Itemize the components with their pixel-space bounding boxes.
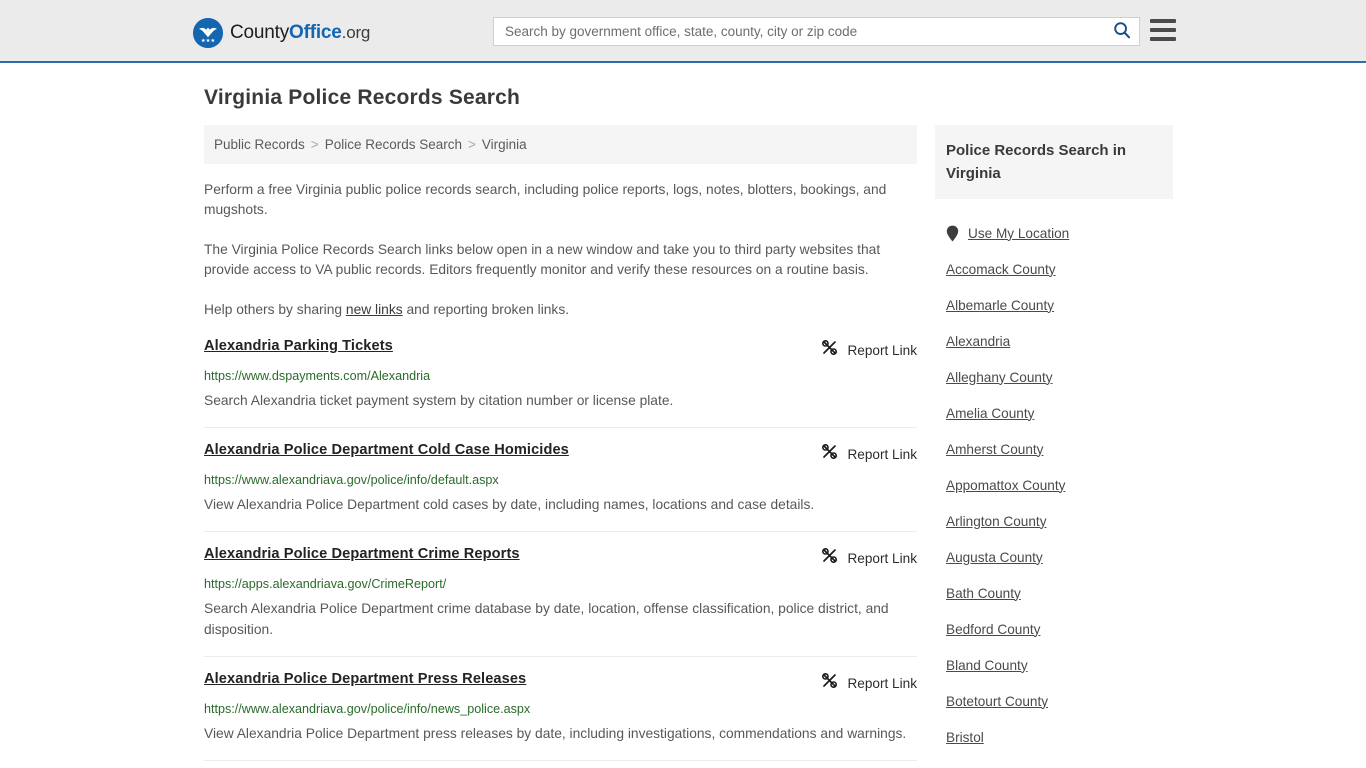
result-description: View Alexandria Police Department cold c… xyxy=(204,497,815,512)
hamburger-bar-1 xyxy=(1150,19,1176,23)
result-title-link[interactable]: Alexandria Parking Tickets xyxy=(204,338,393,354)
global-search-bar[interactable] xyxy=(493,17,1140,46)
brand-part-org: .org xyxy=(341,23,371,42)
sidebar-item-bland-county[interactable]: Bland County xyxy=(935,647,1173,683)
sidebar-item-use-my-location[interactable]: Use My Location xyxy=(935,215,1173,251)
breadcrumb-item-virginia: Virginia xyxy=(481,137,527,152)
breadcrumb-separator-1: > xyxy=(310,137,319,152)
brand-part-office: Office xyxy=(289,22,342,43)
intro-paragraph-3-suffix: and reporting broken links. xyxy=(402,302,570,317)
broken-link-icon xyxy=(821,443,838,465)
sidebar-item-label[interactable]: Appomattox County xyxy=(946,478,1065,493)
sidebar-item-label[interactable]: Botetourt County xyxy=(946,694,1048,709)
breadcrumb-item-police-records-search[interactable]: Police Records Search xyxy=(325,137,462,152)
new-links-link[interactable]: new links xyxy=(346,302,403,317)
report-link-button[interactable]: Report Link xyxy=(821,443,917,465)
broken-link-icon xyxy=(821,339,838,361)
sidebar-item-alexandria[interactable]: Alexandria xyxy=(935,323,1173,359)
breadcrumb: Public Records > Police Records Search >… xyxy=(204,125,917,164)
result-title-link[interactable]: Alexandria Police Department Crime Repor… xyxy=(204,546,520,562)
countyoffice-eagle-logo-icon xyxy=(193,18,223,48)
intro-paragraph-3: Help others by sharing new links and rep… xyxy=(204,300,917,320)
brand-wordmark: CountyOffice.org xyxy=(230,22,370,44)
result-url: https://www.alexandriava.gov/police/info… xyxy=(204,473,499,487)
sidebar-item-label[interactable]: Bath County xyxy=(946,586,1021,601)
sidebar-item-label[interactable]: Amherst County xyxy=(946,442,1043,457)
report-link-label: Report Link xyxy=(847,446,917,462)
main-content-column: Public Records > Police Records Search >… xyxy=(204,125,917,768)
sidebar-item-amelia-county[interactable]: Amelia County xyxy=(935,395,1173,431)
result-description: Search Alexandria ticket payment system … xyxy=(204,393,674,408)
result-title-link[interactable]: Alexandria Police Department Cold Case H… xyxy=(204,442,569,458)
sidebar-item-bath-county[interactable]: Bath County xyxy=(935,575,1173,611)
sidebar-item-label[interactable]: Arlington County xyxy=(946,514,1047,529)
hamburger-menu-icon[interactable] xyxy=(1150,19,1176,41)
result-title-link[interactable]: Alexandria Police Department Press Relea… xyxy=(204,671,526,687)
result-description: Search Alexandria Police Department crim… xyxy=(204,601,889,637)
sidebar-item-label[interactable]: Albemarle County xyxy=(946,298,1054,313)
sidebar-item-bedford-county[interactable]: Bedford County xyxy=(935,611,1173,647)
report-link-button[interactable]: Report Link xyxy=(821,672,917,694)
sidebar-item-label[interactable]: Bedford County xyxy=(946,622,1040,637)
sidebar-item-label[interactable]: Amelia County xyxy=(946,406,1034,421)
result-header: Alexandria Police Department Crime Repor… xyxy=(204,546,917,569)
sidebar-item-albemarle-county[interactable]: Albemarle County xyxy=(935,287,1173,323)
sidebar-item-amherst-county[interactable]: Amherst County xyxy=(935,431,1173,467)
intro-paragraph-1: Perform a free Virginia public police re… xyxy=(204,182,887,217)
search-button[interactable] xyxy=(1105,18,1139,45)
result-item: Alexandria Police Department Crime Repor… xyxy=(204,546,917,657)
sidebar-heading: Police Records Search in Virginia xyxy=(935,125,1173,199)
result-item: Alexandria Police Department Press Relea… xyxy=(204,671,917,761)
sidebar-item-alleghany-county[interactable]: Alleghany County xyxy=(935,359,1173,395)
sidebar-item-augusta-county[interactable]: Augusta County xyxy=(935,539,1173,575)
result-header: Alexandria Parking Tickets Report Link xyxy=(204,338,917,361)
sidebar-item-bristol[interactable]: Bristol xyxy=(935,719,1173,755)
result-url: https://apps.alexandriava.gov/CrimeRepor… xyxy=(204,577,447,591)
intro-text-block: Perform a free Virginia public police re… xyxy=(204,180,917,320)
report-link-label: Report Link xyxy=(847,550,917,566)
result-header: Alexandria Police Department Cold Case H… xyxy=(204,442,917,465)
search-input[interactable] xyxy=(494,24,1105,39)
broken-link-icon xyxy=(821,672,838,694)
search-icon xyxy=(1113,21,1131,42)
map-pin-icon xyxy=(946,225,959,242)
hamburger-bar-3 xyxy=(1150,37,1176,41)
sidebar-item-accomack-county[interactable]: Accomack County xyxy=(935,251,1173,287)
search-results-list: Alexandria Parking Tickets Report Link ht… xyxy=(204,338,917,768)
intro-paragraph-2: The Virginia Police Records Search links… xyxy=(204,242,881,277)
county-links-list: Use My Location Accomack County Albemarle … xyxy=(935,215,1173,768)
report-link-button[interactable]: Report Link xyxy=(821,339,917,361)
site-logo-link[interactable]: CountyOffice.org xyxy=(193,18,370,48)
result-url: https://www.alexandriava.gov/police/info… xyxy=(204,702,531,716)
sidebar-item-label[interactable]: Bland County xyxy=(946,658,1028,673)
sidebar-item-label[interactable]: Alexandria xyxy=(946,334,1010,349)
breadcrumb-item-public-records[interactable]: Public Records xyxy=(214,137,305,152)
breadcrumb-separator-2: > xyxy=(468,137,476,152)
sidebar-item-label[interactable]: Augusta County xyxy=(946,550,1043,565)
sidebar-item-botetourt-county[interactable]: Botetourt County xyxy=(935,683,1173,719)
result-item: Alexandria Parking Tickets Report Link ht… xyxy=(204,338,917,428)
result-description: View Alexandria Police Department press … xyxy=(204,726,907,741)
page-title: Virginia Police Records Search xyxy=(204,86,521,109)
broken-link-icon xyxy=(821,547,838,569)
sidebar-item-label[interactable]: Accomack County xyxy=(946,262,1056,277)
result-item: Alexandria Police Department Cold Case H… xyxy=(204,442,917,532)
sidebar-item-label[interactable]: Use My Location xyxy=(968,226,1069,241)
result-url: https://www.dspayments.com/Alexandria xyxy=(204,369,431,383)
sidebar: Police Records Search in Virginia Use My… xyxy=(935,125,1173,768)
result-header: Alexandria Police Department Press Relea… xyxy=(204,671,917,694)
hamburger-bar-2 xyxy=(1150,28,1176,32)
site-header: CountyOffice.org xyxy=(0,0,1366,63)
intro-paragraph-3-prefix: Help others by sharing xyxy=(204,302,346,317)
report-link-button[interactable]: Report Link xyxy=(821,547,917,569)
report-link-label: Report Link xyxy=(847,675,917,691)
report-link-label: Report Link xyxy=(847,342,917,358)
sidebar-item-brunswick-county[interactable]: Brunswick County xyxy=(935,755,1173,768)
sidebar-item-appomattox-county[interactable]: Appomattox County xyxy=(935,467,1173,503)
sidebar-item-label[interactable]: Alleghany County xyxy=(946,370,1053,385)
brand-part-county: County xyxy=(230,22,290,43)
sidebar-item-arlington-county[interactable]: Arlington County xyxy=(935,503,1173,539)
sidebar-item-label[interactable]: Bristol xyxy=(946,730,984,745)
